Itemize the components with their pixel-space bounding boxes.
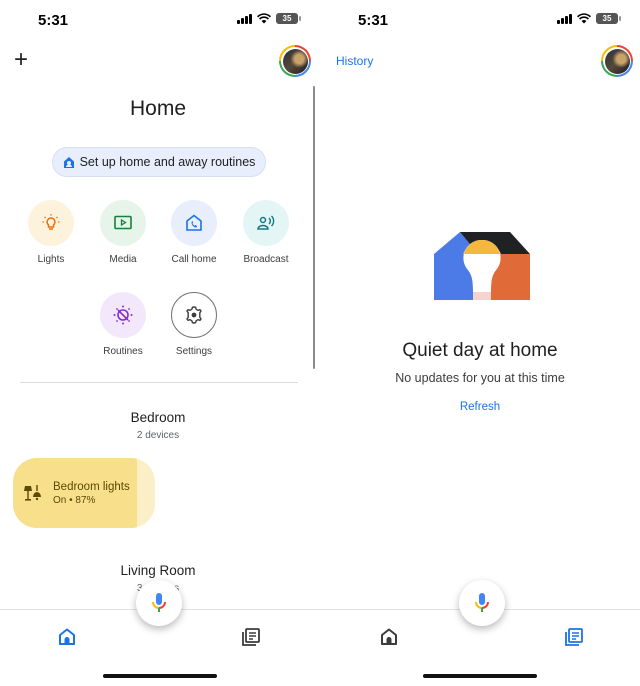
status-icons: 35 bbox=[237, 13, 301, 24]
wifi-icon bbox=[577, 13, 591, 24]
add-button[interactable]: + bbox=[14, 48, 28, 72]
feed-icon bbox=[242, 628, 260, 646]
device-card-bedroom-lights[interactable]: Bedroom lights On • 87% bbox=[13, 458, 155, 528]
feed-icon bbox=[565, 628, 583, 646]
nav-home-tab[interactable] bbox=[378, 626, 400, 648]
lightbulb-icon bbox=[42, 214, 60, 230]
room-title-living-room: Living Room bbox=[120, 563, 196, 578]
setup-routines-label: Set up home and away routines bbox=[79, 155, 256, 169]
home-screen: 5:31 35 + Home Set up home and away rout… bbox=[0, 0, 320, 686]
nav-feed-tab[interactable] bbox=[563, 626, 585, 648]
status-bar: 5:31 35 bbox=[0, 0, 320, 40]
call-home-icon bbox=[186, 214, 202, 231]
signal-icon bbox=[557, 13, 572, 24]
lamp-icon bbox=[24, 485, 41, 501]
action-routines[interactable]: Routines bbox=[87, 292, 159, 357]
assistant-mic-button[interactable] bbox=[136, 580, 182, 626]
empty-state-subtitle: No updates for you at this time bbox=[395, 371, 565, 385]
nav-home-tab[interactable] bbox=[56, 626, 78, 648]
refresh-button[interactable]: Refresh bbox=[320, 401, 640, 413]
action-label: Lights bbox=[37, 254, 65, 265]
room-title-bedroom: Bedroom bbox=[130, 410, 186, 425]
device-name: Bedroom lights bbox=[53, 480, 130, 493]
action-broadcast[interactable]: Broadcast bbox=[230, 200, 302, 265]
action-label: Routines bbox=[103, 346, 143, 357]
action-media[interactable]: Media bbox=[87, 200, 159, 265]
home-indicator bbox=[103, 674, 217, 678]
page-title: Home bbox=[129, 97, 187, 120]
account-avatar[interactable] bbox=[279, 45, 311, 77]
account-avatar[interactable] bbox=[601, 45, 633, 77]
signal-icon bbox=[237, 13, 252, 24]
home-icon bbox=[381, 628, 397, 645]
nav-feed-tab[interactable] bbox=[240, 626, 262, 648]
microphone-icon bbox=[475, 593, 489, 612]
scrollbar[interactable] bbox=[313, 86, 315, 369]
action-label: Media bbox=[109, 254, 137, 265]
status-icons: 35 bbox=[557, 13, 621, 24]
action-label: Call home bbox=[171, 254, 217, 265]
status-bar: 5:31 35 bbox=[320, 0, 640, 40]
action-label: Broadcast bbox=[243, 254, 289, 265]
history-link[interactable]: History bbox=[336, 54, 373, 68]
action-lights[interactable]: Lights bbox=[15, 200, 87, 265]
microphone-icon bbox=[152, 593, 166, 612]
assistant-mic-button[interactable] bbox=[459, 580, 505, 626]
routines-icon bbox=[113, 305, 133, 325]
setup-routines-chip[interactable]: Set up home and away routines bbox=[52, 147, 266, 177]
media-play-icon bbox=[114, 215, 132, 230]
device-status: On • 87% bbox=[53, 494, 96, 506]
room-device-count: 2 devices bbox=[136, 430, 180, 441]
action-settings[interactable]: Settings bbox=[158, 292, 230, 357]
action-label: Settings bbox=[175, 346, 213, 357]
wifi-icon bbox=[257, 13, 271, 24]
divider bbox=[20, 382, 298, 383]
home-lightbulb-illustration bbox=[434, 232, 530, 300]
action-call-home[interactable]: Call home bbox=[158, 200, 230, 265]
empty-state-title: Quiet day at home bbox=[402, 340, 558, 361]
home-icon bbox=[59, 628, 75, 645]
broadcast-icon bbox=[257, 215, 275, 230]
home-indicator bbox=[423, 674, 537, 678]
status-time: 5:31 bbox=[358, 12, 389, 29]
feed-screen: 5:31 35 History Quiet day at home No upd… bbox=[320, 0, 640, 686]
home-routine-icon bbox=[63, 156, 74, 168]
status-time: 5:31 bbox=[38, 12, 69, 29]
battery-icon: 35 bbox=[276, 13, 301, 24]
gear-icon bbox=[186, 306, 202, 324]
battery-icon: 35 bbox=[596, 13, 621, 24]
